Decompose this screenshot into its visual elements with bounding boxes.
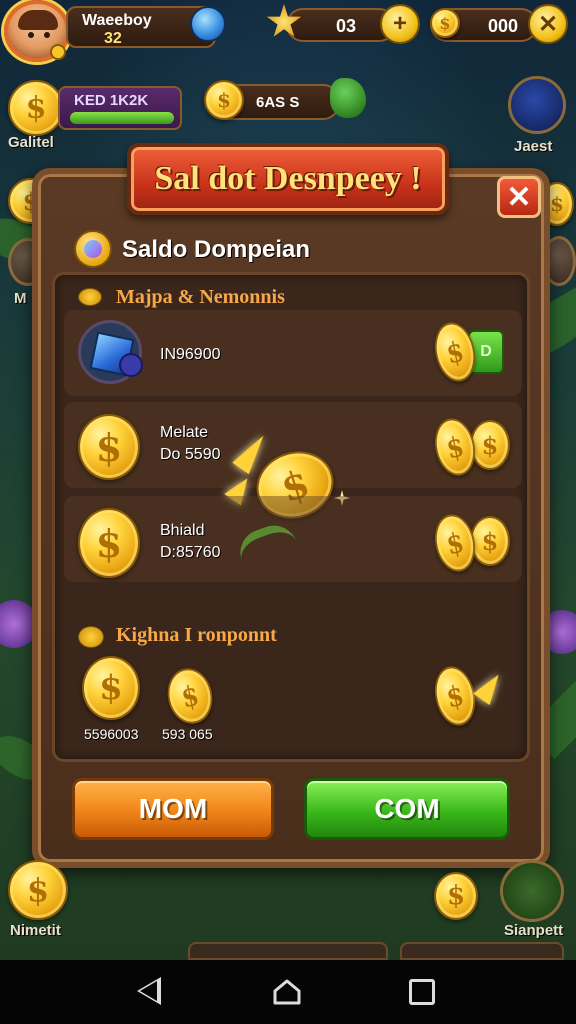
coin-symbol: $ xyxy=(178,678,202,714)
nav-recent-icon[interactable] xyxy=(409,979,435,1005)
coin-icon: $ xyxy=(470,516,510,566)
add-currency-1-button[interactable]: + xyxy=(380,4,420,44)
bottom-tab[interactable] xyxy=(400,942,564,960)
bottom-tab[interactable] xyxy=(188,942,388,960)
coin-pile-icon xyxy=(78,288,102,306)
section-1-label: Majpa & Nemonnis xyxy=(116,286,285,308)
mom-button-label: MOM xyxy=(138,793,208,824)
currency-1-value: 03 xyxy=(336,16,357,36)
cube-gem-icon xyxy=(78,320,143,384)
coin-icon[interactable]: $ xyxy=(8,80,64,136)
coin-icon: $ xyxy=(82,656,140,720)
coin-symbol: $ xyxy=(25,90,47,126)
nav-home-icon[interactable] xyxy=(272,978,302,1006)
gem-icon[interactable] xyxy=(190,6,226,42)
bottom-left-label: Nimetit xyxy=(10,922,61,939)
coin-icon: $ xyxy=(434,872,478,920)
close-button[interactable]: ✕ xyxy=(497,176,541,218)
coin-icon: $ xyxy=(430,8,460,38)
nav-back-icon[interactable] xyxy=(137,977,161,1005)
row-3-value: D:85760 xyxy=(160,544,221,561)
coin-symbol: $ xyxy=(443,678,467,714)
side-left-label: M xyxy=(14,290,27,307)
row-1-value: IN96900 xyxy=(160,346,221,363)
progress-text: KED 1K2K xyxy=(74,92,149,109)
coin-icon: $ xyxy=(78,414,140,480)
bottom-value-1: 5596003 xyxy=(84,726,139,742)
right-label: Jaest xyxy=(514,138,553,155)
coin-symbol: $ xyxy=(550,192,564,216)
row-2-label: Melate xyxy=(160,424,209,441)
coin-symbol: $ xyxy=(95,520,123,566)
row-2-value: Do 5590 xyxy=(160,446,221,463)
level-badge xyxy=(50,44,66,60)
coin-icon: $ xyxy=(78,508,140,578)
row-3-label: Bhiald xyxy=(160,522,205,539)
com-button[interactable]: COM xyxy=(304,778,510,840)
add-currency-2-button[interactable]: ✕ xyxy=(528,4,568,44)
dialog-title-banner: Sal dot Desnpeey ! xyxy=(127,143,449,215)
balance-icon xyxy=(74,230,112,268)
plus-icon: + xyxy=(392,10,407,37)
com-button-label: COM xyxy=(374,793,440,824)
coin-symbol: $ xyxy=(26,871,50,909)
coin-symbol: $ xyxy=(481,526,499,556)
dialog-title: Sal dot Desnpeey ! xyxy=(154,160,422,197)
chest-icon[interactable] xyxy=(500,860,564,922)
coin-symbol: $ xyxy=(439,13,451,33)
left-label: Galitel xyxy=(8,134,54,151)
bottom-value-2: 593 065 xyxy=(162,726,213,742)
section-2-label: Kighna I ronponnt xyxy=(116,624,277,646)
mom-button[interactable]: MOM xyxy=(72,778,274,840)
dragon-icon[interactable] xyxy=(330,78,366,118)
coin-symbol: $ xyxy=(95,424,123,470)
coin-icon: $ xyxy=(204,80,244,120)
currency-2-value: 000 xyxy=(488,16,519,36)
mini-button-label: D xyxy=(480,343,492,360)
coin-symbol: $ xyxy=(443,525,467,561)
coin-symbol: $ xyxy=(443,429,467,465)
coin-pile-icon xyxy=(78,626,104,648)
coin-symbol: $ xyxy=(217,88,231,112)
coin-icon: $ xyxy=(470,420,510,470)
coin-symbol: $ xyxy=(99,668,123,708)
player-level: 32 xyxy=(104,30,122,47)
player-name: Waeeboy xyxy=(82,12,152,29)
cross-icon: ✕ xyxy=(537,10,559,38)
coin-symbol: $ xyxy=(443,334,467,370)
progress-panel: KED 1K2K xyxy=(58,86,182,130)
coin-symbol: $ xyxy=(446,881,466,911)
close-icon: ✕ xyxy=(506,180,532,214)
coin-icon[interactable]: $ xyxy=(8,860,68,920)
progress-bar xyxy=(70,112,174,124)
friend-avatar-icon[interactable] xyxy=(508,76,566,134)
coin-symbol: $ xyxy=(481,430,499,460)
mid-panel-text: 6AS S xyxy=(256,94,300,111)
dialog-subheader: Saldo Dompeian xyxy=(122,236,311,263)
bottom-right-label: Sianpett xyxy=(504,922,564,939)
